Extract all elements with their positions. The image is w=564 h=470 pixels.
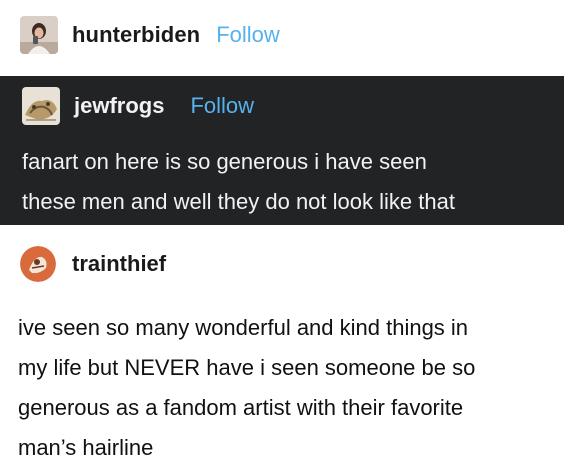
post-text-line: fanart on here is so generous i have see… <box>22 149 427 174</box>
post-body-trainthief: ive seen so many wonderful and kind thin… <box>18 308 558 468</box>
post-text-line: man’s hairline <box>18 435 154 460</box>
username-hunterbiden[interactable]: hunterbiden <box>72 22 200 48</box>
post-text-line: generous as a fandom artist with their f… <box>18 395 464 420</box>
username-jewfrogs[interactable]: jewfrogs <box>74 93 164 119</box>
follow-button[interactable]: Follow <box>190 93 254 119</box>
jewfrogs-avatar-icon[interactable] <box>22 87 60 125</box>
follow-button[interactable]: Follow <box>216 22 280 48</box>
trainthief-avatar-icon[interactable] <box>20 246 56 282</box>
post-header-trainthief: trainthief <box>20 243 166 285</box>
post-header-hunterbiden: hunterbiden Follow <box>20 15 280 55</box>
post-text-line: ive seen so many wonderful and kind thin… <box>18 315 469 340</box>
post-body-jewfrogs: fanart on here is so generous i have see… <box>22 142 552 222</box>
post-text-line: my life but NEVER have i seen someone be… <box>18 355 476 380</box>
username-trainthief[interactable]: trainthief <box>72 251 166 277</box>
post-text-line: these men and well they do not look like… <box>22 189 455 214</box>
hunterbiden-avatar-icon[interactable] <box>20 16 58 54</box>
post-header-jewfrogs: jewfrogs Follow <box>22 85 254 127</box>
